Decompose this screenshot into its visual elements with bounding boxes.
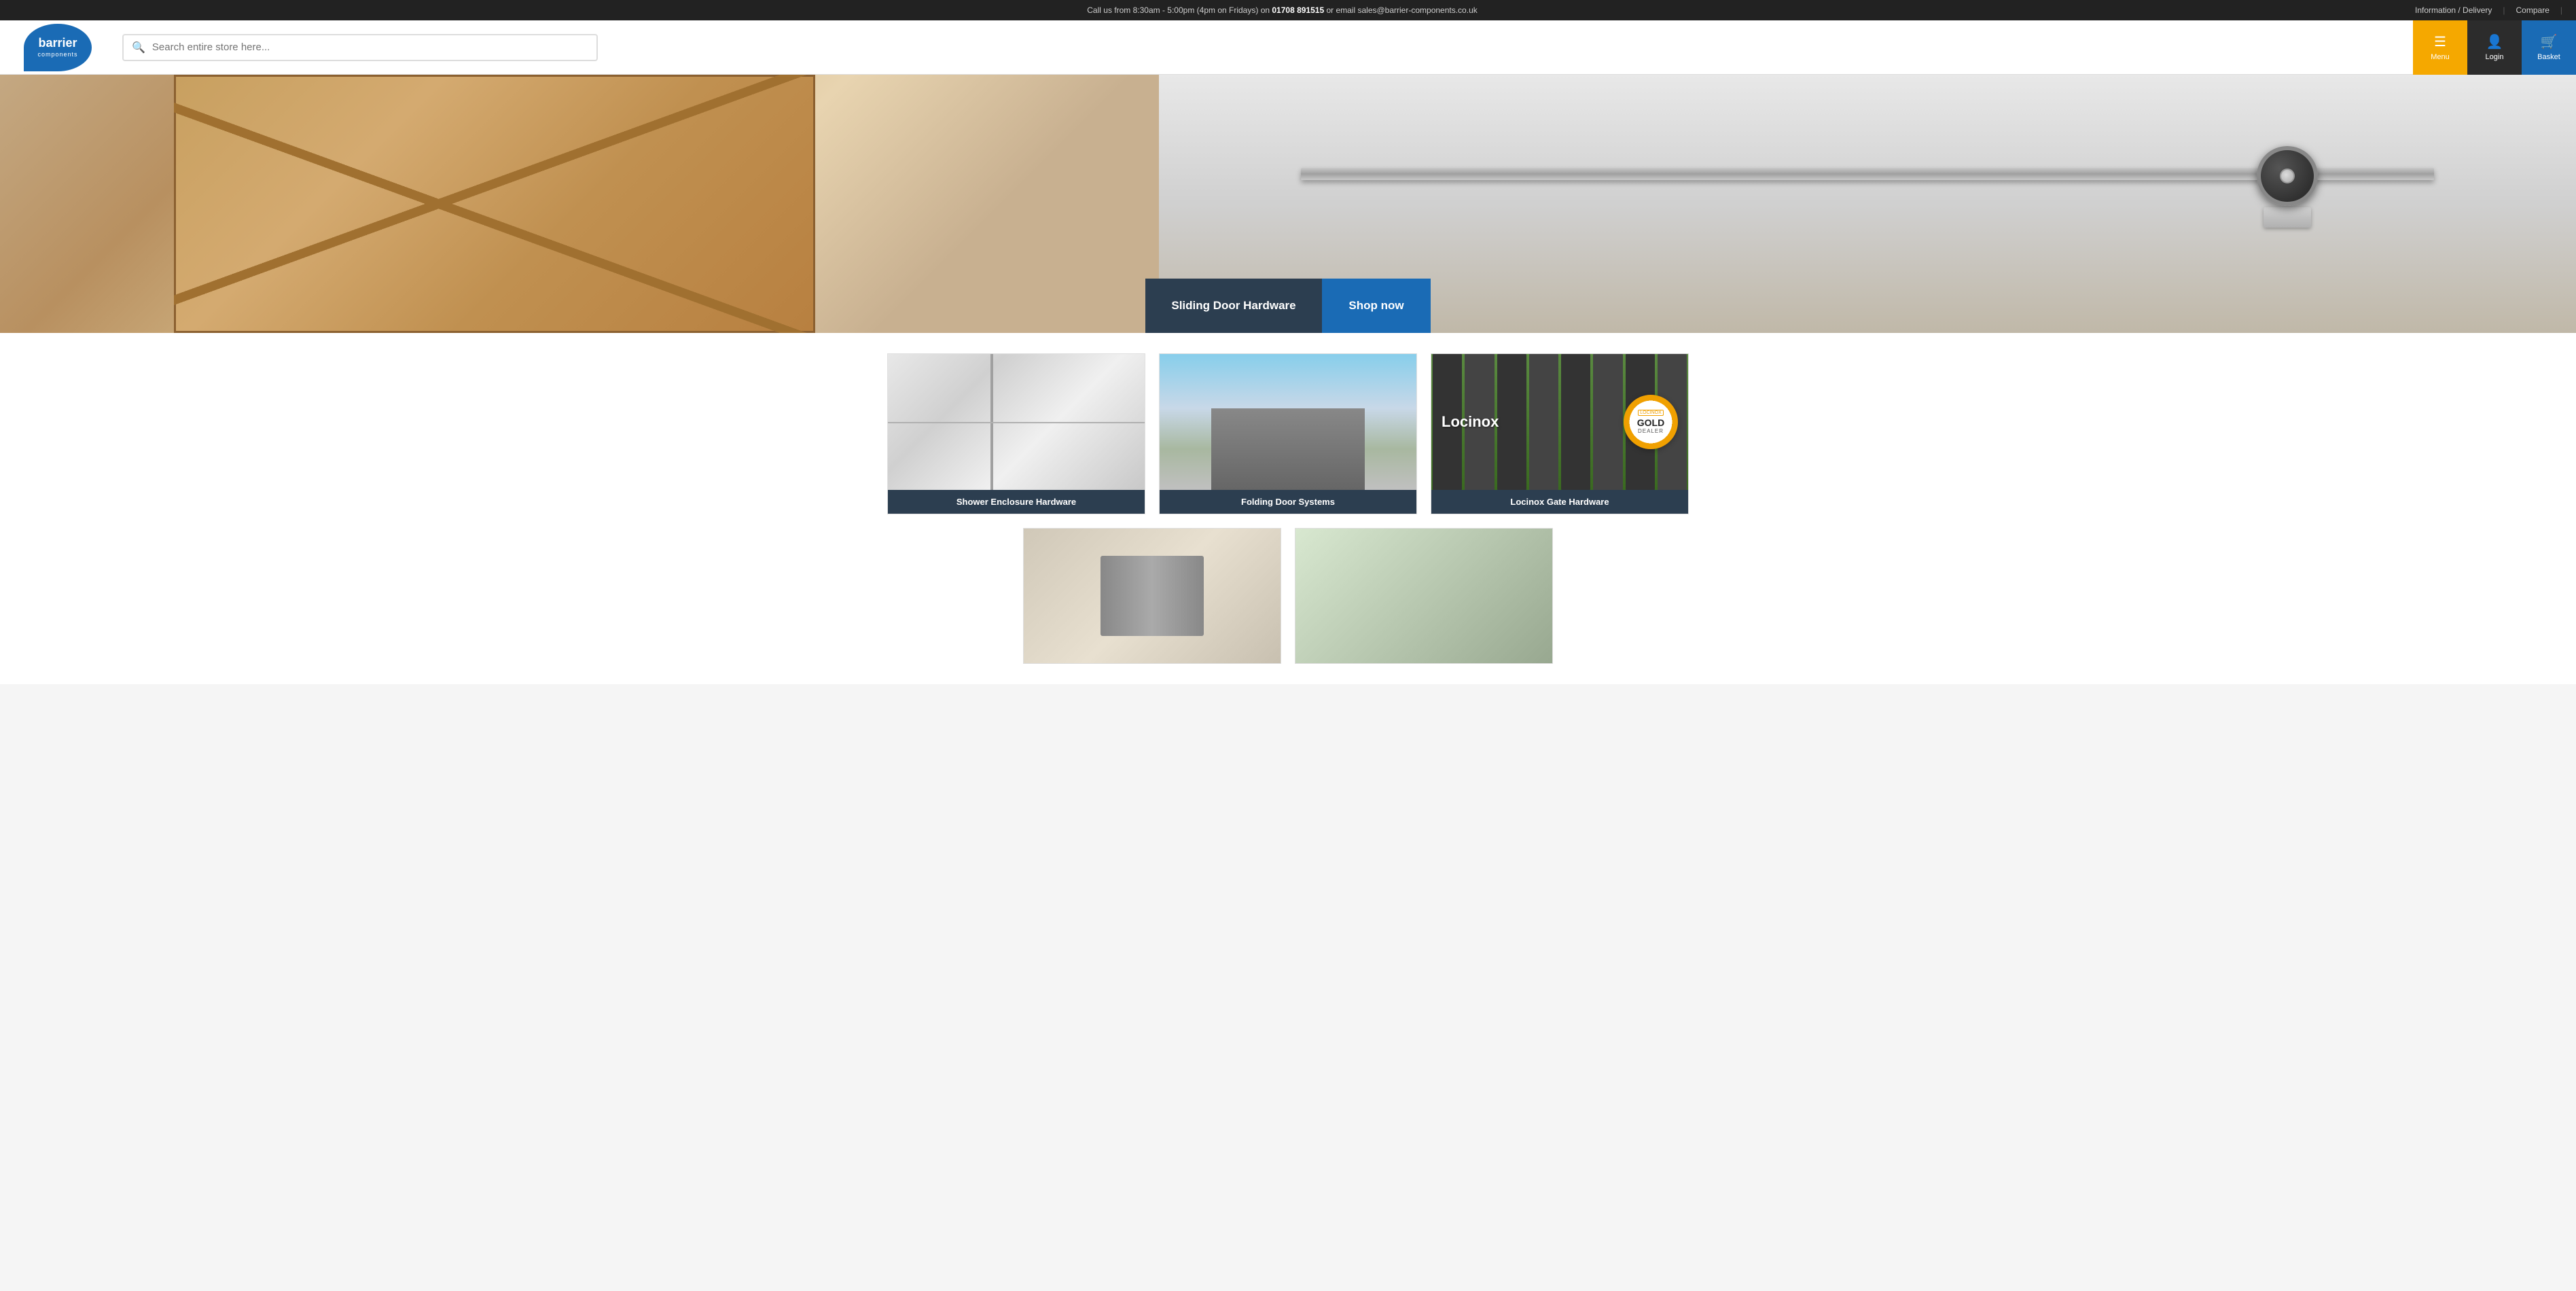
mount-plate: [2264, 207, 2311, 227]
user-icon: 👤: [2486, 33, 2503, 50]
phone-number: 01708 891515: [1272, 5, 1324, 15]
wheel: [2257, 146, 2318, 207]
wheel-center: [2280, 169, 2295, 183]
top-bar-right: Information / Delivery | Compare |: [2415, 5, 2562, 15]
email-text: or email: [1324, 5, 1357, 15]
wheel-assembly: [2253, 146, 2321, 228]
hero-title: Sliding Door Hardware: [1145, 279, 1322, 333]
search-wrap: 🔍: [109, 34, 2413, 61]
header-actions: ☰ Menu 👤 Login 🛒 Basket: [2413, 20, 2576, 75]
login-button[interactable]: 👤 Login: [2467, 20, 2522, 75]
hardware-visual: [1301, 113, 2434, 294]
hero-overlay: Sliding Door Hardware Shop now: [1145, 279, 1431, 333]
products-grid: Shower Enclosure Hardware Folding Door S…: [129, 353, 2448, 514]
product-card-shower[interactable]: Shower Enclosure Hardware: [887, 353, 1145, 514]
divider2: |: [2560, 5, 2562, 15]
locinox-brand-label: LOCINOX: [1638, 410, 1664, 416]
locinox-dealer-label: DEALER: [1638, 428, 1664, 434]
divider: |: [2503, 5, 2505, 15]
header: barrier components 🔍 ☰ Menu 👤 Login 🛒 Ba…: [0, 20, 2576, 75]
gate-image: Locinox LOCINOX GOLD DEALER: [1431, 354, 1688, 490]
second-card-2[interactable]: [1295, 528, 1553, 664]
search-icon: 🔍: [132, 41, 145, 54]
hero-left-image: [0, 75, 1159, 333]
basket-button[interactable]: 🛒 Basket: [2522, 20, 2576, 75]
gate-label: Locinox Gate Hardware: [1431, 490, 1688, 514]
building-label: Folding Door Systems: [1160, 490, 1416, 514]
basket-label: Basket: [2537, 53, 2560, 61]
call-text: Call us from 8:30am - 5:00pm (4pm on Fri…: [1087, 5, 1272, 15]
logo-name: barrier: [38, 36, 77, 51]
login-label: Login: [2486, 53, 2504, 61]
hinges-image: [1024, 529, 1281, 663]
shower-image: [888, 354, 1145, 490]
menu-icon: ☰: [2434, 33, 2446, 50]
shower-label: Shower Enclosure Hardware: [888, 490, 1145, 514]
shop-now-button[interactable]: Shop now: [1322, 279, 1431, 333]
hero-banner: Sliding Door Hardware Shop now: [0, 75, 2576, 333]
search-box: 🔍: [122, 34, 598, 61]
building-image: [1160, 354, 1416, 490]
gate-bar-5: [1561, 354, 1590, 490]
top-bar-message: Call us from 8:30am - 5:00pm (4pm on Fri…: [149, 5, 2415, 15]
top-bar: Call us from 8:30am - 5:00pm (4pm on Fri…: [0, 0, 2576, 20]
locinox-text: Locinox: [1442, 413, 1499, 431]
product-card-building[interactable]: Folding Door Systems: [1159, 353, 1417, 514]
second-card-1[interactable]: [1023, 528, 1281, 664]
locinox-gold-label: GOLD: [1637, 417, 1664, 428]
gate-bar-6: [1593, 354, 1622, 490]
logo-tagline: components: [37, 51, 77, 58]
gate-bar-4: [1529, 354, 1558, 490]
logo[interactable]: barrier components: [24, 24, 92, 71]
basket-icon: 🛒: [2541, 33, 2558, 50]
compare-link[interactable]: Compare: [2516, 5, 2550, 15]
logo-wrap[interactable]: barrier components: [0, 20, 109, 75]
email-link[interactable]: sales@barrier-components.co.uk: [1357, 5, 1477, 15]
search-input[interactable]: [152, 41, 588, 53]
second-products-row: [129, 528, 2448, 664]
menu-label: Menu: [2431, 53, 2450, 61]
menu-button[interactable]: ☰ Menu: [2413, 20, 2467, 75]
info-delivery-link[interactable]: Information / Delivery: [2415, 5, 2492, 15]
product-card-gate[interactable]: Locinox LOCINOX GOLD DEALER Locinox Gate…: [1431, 353, 1689, 514]
locinox-badge: LOCINOX GOLD DEALER: [1624, 395, 1678, 449]
products-section: Shower Enclosure Hardware Folding Door S…: [0, 333, 2576, 684]
gate-bar-3: [1497, 354, 1526, 490]
